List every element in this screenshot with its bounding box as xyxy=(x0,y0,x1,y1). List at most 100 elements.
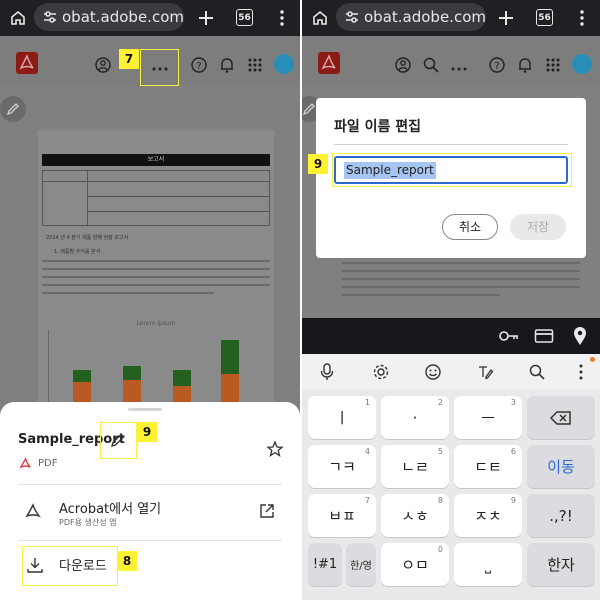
backspace-key[interactable] xyxy=(527,396,595,439)
doc-text-line xyxy=(342,294,500,296)
doc-text-line xyxy=(42,284,270,286)
chart-bar xyxy=(173,370,191,386)
edit-fab[interactable] xyxy=(0,96,26,122)
key-digeut[interactable]: ㄷㅌ 6 xyxy=(454,445,522,488)
open-in-acrobat-label[interactable]: Acrobat에서 열기 xyxy=(59,498,161,517)
doc-sub-heading: 1. 제품별 수익률 분석 xyxy=(54,249,101,255)
doc-text-line xyxy=(342,262,580,264)
move-key[interactable]: 이동 xyxy=(527,445,595,488)
site-settings-icon[interactable] xyxy=(344,9,360,25)
doc-text-line xyxy=(342,270,580,272)
acrobat-logo xyxy=(16,52,38,74)
chart-bar xyxy=(73,370,91,382)
site-settings-icon[interactable] xyxy=(42,9,58,25)
edit-name-pencil-icon[interactable] xyxy=(110,432,126,448)
keyboard-search-icon[interactable] xyxy=(528,363,546,381)
search-icon[interactable] xyxy=(422,56,440,74)
symbols-key[interactable]: !#1 xyxy=(308,543,342,586)
highlight-name-input xyxy=(332,153,572,187)
chart-bar xyxy=(123,380,141,402)
backspace-icon xyxy=(550,410,571,425)
browser-toolbar: obat.adobe.com 56 xyxy=(0,0,300,36)
notification-bell-icon[interactable] xyxy=(516,56,534,74)
chart-bar xyxy=(123,366,141,380)
avatar[interactable] xyxy=(274,54,294,74)
key-dot[interactable]: · 2 xyxy=(381,396,449,439)
more-options-icon[interactable] xyxy=(450,60,468,78)
doc-section-heading: 2024 년 4 분기 제품 판매 현황 보고서 xyxy=(46,235,129,241)
handwriting-icon[interactable] xyxy=(476,363,494,381)
acrobat-icon xyxy=(25,503,41,518)
settings-gear-icon[interactable] xyxy=(372,363,390,381)
chart-title: Lorem ipsum xyxy=(136,320,176,327)
dialog-title: 파일 이름 편집 xyxy=(334,119,422,135)
key-eu[interactable]: ㅡ3 xyxy=(454,396,522,439)
sheet-drag-handle[interactable] xyxy=(128,408,162,411)
share-user-icon[interactable] xyxy=(94,56,112,74)
new-tab-icon[interactable] xyxy=(496,8,516,28)
notification-bell-icon[interactable] xyxy=(218,56,236,74)
home-icon[interactable] xyxy=(8,8,28,28)
divider xyxy=(18,540,282,541)
keyboard-toolbar xyxy=(302,354,600,390)
emoji-icon[interactable] xyxy=(424,363,442,381)
home-icon[interactable] xyxy=(310,8,330,28)
key-ieung[interactable]: ㅇㅁ 0 xyxy=(381,543,449,586)
chart-bar xyxy=(173,386,191,402)
hanja-key[interactable]: 한자 xyxy=(527,543,595,586)
key-siot[interactable]: ㅅㅎ 8 xyxy=(381,494,449,537)
menu-kebab-icon[interactable] xyxy=(572,8,592,28)
pencil-icon xyxy=(302,103,315,116)
lang-switch-key[interactable]: 한/영 xyxy=(346,543,376,586)
more-options-icon[interactable] xyxy=(151,60,169,78)
space-key[interactable]: ⎵ xyxy=(454,543,522,586)
key-icon[interactable] xyxy=(498,328,520,344)
help-icon[interactable]: ? xyxy=(488,56,506,74)
help-icon[interactable]: ? xyxy=(190,56,208,74)
download-label[interactable]: 다운로드 xyxy=(59,555,107,574)
divider xyxy=(18,484,282,485)
doc-text-line xyxy=(42,260,270,262)
key-nieun[interactable]: ㄴㄹ 5 xyxy=(381,445,449,488)
callout-badge-more: 7 xyxy=(119,49,139,69)
star-icon[interactable] xyxy=(266,440,284,458)
url-text: obat.adobe.com xyxy=(62,8,184,26)
apps-grid-icon[interactable] xyxy=(246,56,264,74)
tab-switcher-button[interactable]: 56 xyxy=(536,9,553,26)
save-button[interactable]: 저장 xyxy=(510,214,566,240)
file-options-sheet: Sample_report 9 PDF Acrobat에서 열기 PDF용 생산… xyxy=(0,402,300,600)
share-user-icon[interactable] xyxy=(394,56,412,74)
pencil-icon xyxy=(6,103,19,116)
avatar[interactable] xyxy=(572,54,592,74)
right-screen: obat.adobe.com 56 ? 파일 이름 편집 Sample_repo… xyxy=(302,0,600,600)
chart-bar xyxy=(221,374,239,402)
address-bar[interactable]: obat.adobe.com xyxy=(34,3,184,31)
tab-switcher-button[interactable]: 56 xyxy=(236,9,253,26)
key-i[interactable]: ㅣ1 xyxy=(308,396,376,439)
new-tab-icon[interactable] xyxy=(196,8,216,28)
apps-grid-icon[interactable] xyxy=(544,56,562,74)
keyboard-more-icon[interactable] xyxy=(578,363,584,381)
external-link-icon[interactable] xyxy=(258,502,276,520)
key-giyeok[interactable]: ㄱㅋ 4 xyxy=(308,445,376,488)
menu-kebab-icon[interactable] xyxy=(272,8,292,28)
callout-badge-edit: 9 xyxy=(137,422,157,442)
microphone-icon[interactable] xyxy=(320,363,334,381)
korean-keyboard: ㅣ1 · 2 ㅡ3 ㄱㅋ 4 ㄴㄹ 5 ㄷㅌ 6 이동 ㅂㅍ 7 ㅅㅎ 8 ㅈㅊ 9 .,?!… xyxy=(302,390,600,600)
address-bar[interactable]: obat.adobe.com xyxy=(336,3,486,31)
punctuation-key[interactable]: .,?! xyxy=(527,494,595,537)
callout-badge-input: 9 xyxy=(308,154,328,174)
credit-card-icon[interactable] xyxy=(534,328,554,344)
key-jieut[interactable]: ㅈㅊ 9 xyxy=(454,494,522,537)
cancel-button[interactable]: 취소 xyxy=(442,214,498,240)
doc-text-line xyxy=(342,286,580,288)
acrobat-toolbar: 7 ? xyxy=(0,36,300,86)
file-type-label: PDF xyxy=(38,458,58,469)
left-screen: obat.adobe.com 56 7 ? 보고서 2024 년 4 분기 제품… xyxy=(0,0,300,600)
key-bieup[interactable]: ㅂㅍ 7 xyxy=(308,494,376,537)
svg-text:?: ? xyxy=(196,61,201,72)
notification-dot xyxy=(590,357,595,362)
location-pin-icon[interactable] xyxy=(572,326,588,346)
doc-text-line xyxy=(42,268,270,270)
doc-text-line xyxy=(42,292,214,294)
